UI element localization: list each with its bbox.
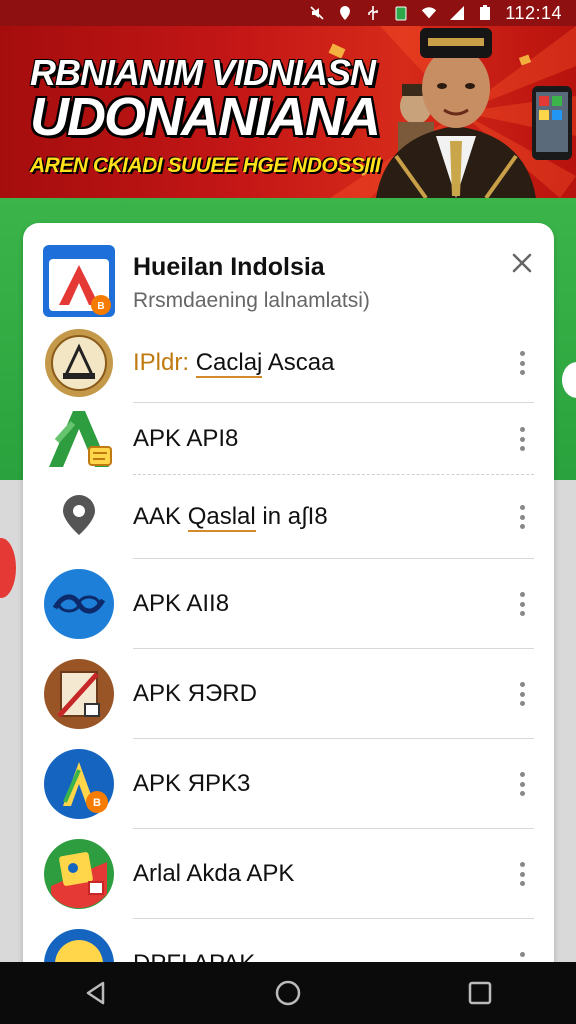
recents-icon [468, 981, 492, 1005]
green-a-icon [49, 411, 112, 467]
list-item[interactable]: APK AII8 [23, 559, 554, 649]
list-item[interactable]: APK ЯЭRD [23, 649, 554, 739]
phone-illustration [532, 86, 572, 160]
more-options-icon[interactable] [512, 592, 532, 616]
more-options-icon[interactable] [512, 682, 532, 706]
blue-link-icon [44, 569, 114, 639]
more-options-icon[interactable] [512, 505, 532, 529]
svg-text:B: B [97, 301, 104, 312]
more-options-icon[interactable] [512, 772, 532, 796]
banner-tagline: AREN CKIADI SUUEE HGE NDOSSIII [30, 154, 381, 177]
navigation-bar [0, 962, 576, 1024]
app-list: IPldr: Caclaj Ascaa APK API8 AAK Qaslal … [23, 323, 554, 983]
mute-icon [309, 5, 325, 21]
dialog-title: Hueilan Indolsia [133, 253, 325, 281]
app-store-a-icon: B [43, 245, 115, 317]
promo-banner[interactable]: RBNIANIM VIDNIASN UDONANIANA AREN CKIADI… [0, 26, 576, 198]
battery-saver-icon [393, 5, 409, 21]
signal-icon [449, 5, 465, 21]
floating-red-button[interactable] [0, 538, 16, 598]
item-label-prefix: IPldr: [133, 349, 196, 376]
app-chooser-dialog: B Hueilan Indolsia Rrsmdaening lalnamlat… [23, 223, 554, 983]
item-label: Arlal Akda APK [133, 860, 295, 887]
battery-icon [477, 5, 493, 21]
item-label-prefix: AAK [133, 503, 188, 530]
home-icon [275, 980, 301, 1006]
recents-button[interactable] [456, 969, 504, 1017]
maps-icon [44, 839, 114, 909]
more-options-icon[interactable] [512, 351, 532, 375]
svg-text:B: B [93, 797, 101, 809]
list-item[interactable]: IPldr: Caclaj Ascaa [23, 323, 554, 403]
status-bar: 112:14 [0, 0, 576, 26]
dialog-header: B Hueilan Indolsia Rrsmdaening lalnamlat… [23, 223, 554, 323]
item-label: APK ЯPK3 [133, 770, 251, 797]
brown-pen-icon [44, 659, 114, 729]
location-pin-icon [63, 495, 95, 535]
item-label: APK ЯЭRD [133, 680, 257, 707]
usb-icon [365, 5, 381, 21]
home-button[interactable] [264, 969, 312, 1017]
item-label-suffix: Ascaa [262, 349, 335, 376]
dialog-subtitle: Rrsmdaening lalnamlatsi) [133, 289, 370, 312]
more-options-icon[interactable] [512, 862, 532, 886]
item-label-link[interactable]: Caclaj [195, 349, 263, 378]
list-item[interactable]: AAK Qaslal in a∫I8 [23, 475, 554, 559]
official-portrait-illustration [376, 28, 536, 198]
item-label-suffix: in a∫I8 [255, 503, 328, 530]
wifi-icon [421, 5, 437, 21]
blue-a-icon: B [44, 749, 114, 819]
back-icon [86, 981, 105, 1005]
back-button[interactable] [72, 969, 120, 1017]
close-icon[interactable] [508, 249, 536, 277]
list-item[interactable]: APK API8 [23, 403, 554, 475]
item-label: APK API8 [133, 425, 239, 452]
location-icon [337, 5, 353, 21]
item-label: APK AII8 [133, 590, 230, 617]
list-item[interactable]: Arlal Akda APK [23, 829, 554, 919]
emblem-icon [45, 329, 113, 397]
more-options-icon[interactable] [512, 427, 532, 451]
banner-title-line2: UDONANIANA [30, 87, 381, 147]
list-item[interactable]: B APK ЯPK3 [23, 739, 554, 829]
item-label-link[interactable]: Qaslal [187, 503, 256, 532]
clock: 112:14 [505, 2, 562, 23]
